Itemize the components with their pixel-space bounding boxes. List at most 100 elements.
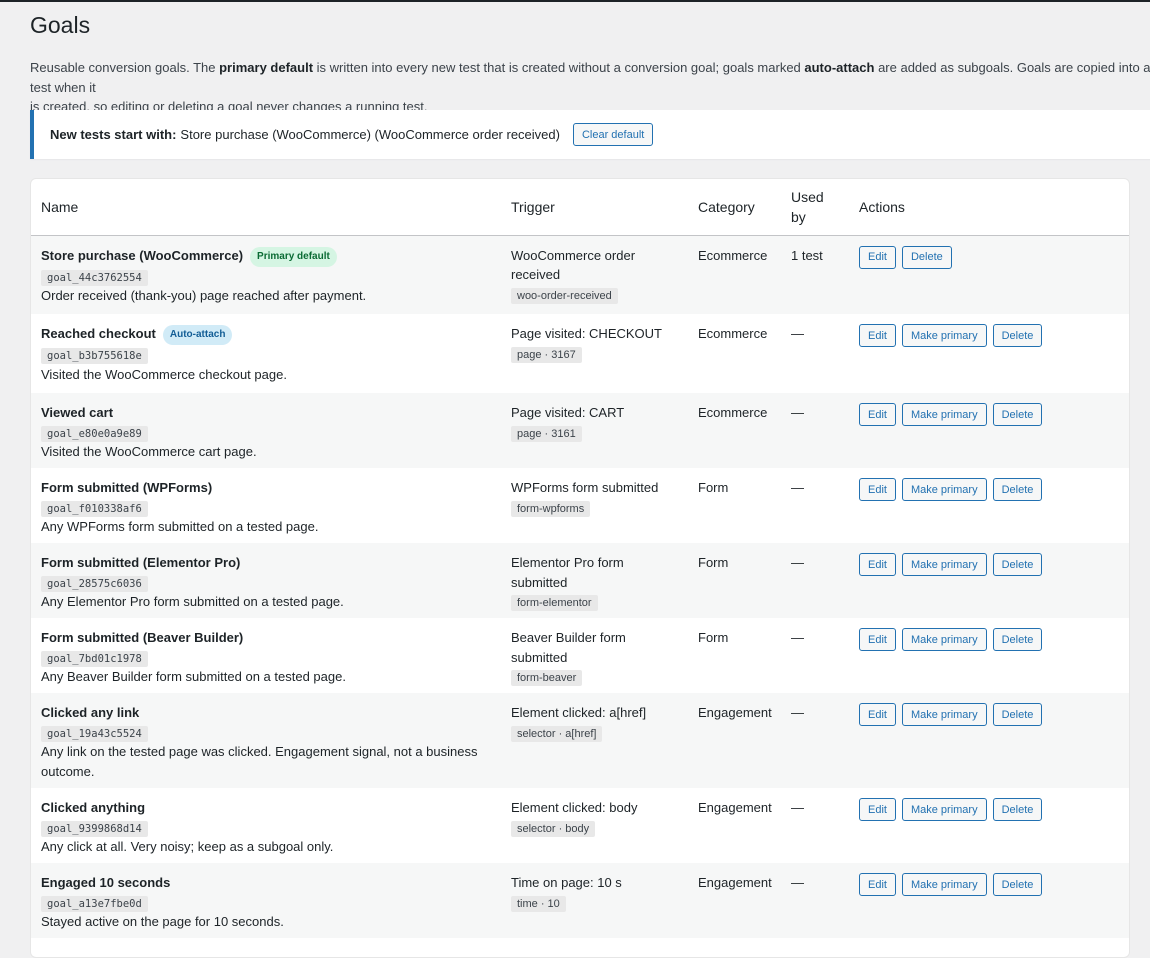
edit-button[interactable]: Edit — [859, 628, 896, 651]
trigger-text: Beaver Builder form — [511, 630, 626, 645]
category-cell: Form — [688, 468, 781, 543]
trigger-cell: Time on page: 10 s time · 10 — [501, 863, 688, 938]
edit-button[interactable]: Edit — [859, 553, 896, 576]
category-cell: Ecommerce — [688, 314, 781, 393]
goal-description: Stayed active on the page for 10 seconds… — [41, 914, 284, 929]
delete-button[interactable]: Delete — [992, 553, 1043, 576]
goal-id: goal_19a43c5524 — [41, 725, 148, 742]
default-goal-notice: New tests start with: Store purchase (Wo… — [30, 110, 1150, 159]
trigger-code: page · 3167 — [511, 346, 582, 363]
make-primary-button[interactable]: Make primary — [901, 324, 987, 347]
edit-button[interactable]: Edit — [859, 478, 896, 501]
trigger-text-cont: submitted — [511, 574, 568, 590]
goal-description-cont: outcome. — [41, 763, 95, 779]
trigger-text-cont: submitted — [511, 649, 568, 665]
notice-label: New tests start with: — [50, 127, 177, 142]
name-cell: Reached checkout Auto-attach goal_b3b7556… — [31, 314, 501, 393]
goal-name: Viewed cart — [41, 405, 114, 420]
name-cell: Clicked anything goal_9399868d14 Any cli… — [31, 788, 501, 863]
name-cell: Form submitted (Elementor Pro) goal_2857… — [31, 543, 501, 618]
table-row: Engaged 10 seconds goal_a13e7fbe0d Staye… — [31, 863, 1129, 938]
row-actions: Edit Make primary Delete — [859, 873, 1121, 896]
delete-button[interactable]: Delete — [901, 245, 952, 269]
trigger-cell: Elementor Pro form submitted form-element… — [501, 543, 688, 618]
goal-description: Order received (thank-you) page reached … — [41, 288, 367, 303]
make-primary-button[interactable]: Make primary — [901, 628, 987, 651]
goal-description: Any click at all. Very noisy; keep as a … — [41, 839, 334, 854]
make-primary-button[interactable]: Make primary — [901, 403, 987, 426]
goal-id: goal_b3b755618e — [41, 348, 148, 364]
edit-button[interactable]: Edit — [859, 245, 896, 269]
column-header-actions: Actions — [849, 179, 1129, 236]
intro-text-part: Reusable conversion goals. The — [30, 60, 220, 75]
goals-table-card: Name Trigger Category Used by Actions Sto… — [30, 178, 1130, 958]
goal-id: goal_44c3762554 — [41, 269, 148, 286]
used-by-cell: — — [781, 543, 849, 618]
column-header-trigger: Trigger — [501, 179, 688, 236]
goals-table-body: Store purchase (WooCommerce) Primary defa… — [31, 235, 1129, 938]
category-cell: Form — [688, 618, 781, 693]
row-actions: Edit Make primary Delete — [859, 703, 1121, 726]
delete-button[interactable]: Delete — [992, 403, 1043, 426]
goal-name: Form submitted (Elementor Pro) — [41, 555, 241, 570]
trigger-text: Time on page: 10 s — [511, 875, 622, 890]
used-by-line-1: Used — [791, 188, 824, 205]
table-row: Form submitted (WPForms) goal_f010338af6… — [31, 468, 1129, 543]
delete-button[interactable]: Delete — [992, 703, 1043, 726]
table-row: Viewed cart goal_e80e0a9e89 Visited the … — [31, 393, 1129, 468]
row-actions: Edit Make primary Delete — [859, 798, 1121, 821]
clear-default-button[interactable]: Clear default — [572, 123, 654, 146]
name-cell: Store purchase (WooCommerce) Primary defa… — [31, 235, 501, 314]
row-actions: Edit Make primary Delete — [859, 478, 1121, 501]
used-by-cell: — — [781, 393, 849, 468]
table-row: Clicked any link goal_19a43c5524 Any lin… — [31, 693, 1129, 788]
trigger-code: woo-order-received — [511, 287, 618, 304]
name-cell: Engaged 10 seconds goal_a13e7fbe0d Staye… — [31, 863, 501, 938]
used-by-cell: — — [781, 314, 849, 393]
actions-cell: Edit Make primary Delete — [849, 863, 1129, 938]
delete-button[interactable]: Delete — [992, 628, 1043, 651]
trigger-code: page · 3161 — [511, 425, 582, 442]
delete-button[interactable]: Delete — [992, 798, 1043, 821]
edit-button[interactable]: Edit — [859, 873, 896, 896]
trigger-code: selector · body — [511, 820, 596, 837]
used-by-cell: — — [781, 863, 849, 938]
delete-button[interactable]: Delete — [992, 478, 1043, 501]
admin-bar-edge — [0, 0, 1150, 2]
make-primary-button[interactable]: Make primary — [901, 873, 987, 896]
make-primary-button[interactable]: Make primary — [901, 478, 987, 501]
edit-button[interactable]: Edit — [859, 703, 896, 726]
table-row: Form submitted (Elementor Pro) goal_2857… — [31, 543, 1129, 618]
trigger-text: WPForms form submitted — [511, 480, 659, 495]
make-primary-button[interactable]: Make primary — [901, 798, 987, 821]
edit-button[interactable]: Edit — [859, 324, 896, 347]
goal-description: Any WPForms form submitted on a tested p… — [41, 519, 319, 534]
actions-cell: Edit Make primary Delete — [849, 468, 1129, 543]
delete-button[interactable]: Delete — [992, 873, 1043, 896]
name-cell: Viewed cart goal_e80e0a9e89 Visited the … — [31, 393, 501, 468]
trigger-code: selector · a[href] — [511, 725, 603, 742]
table-row: Store purchase (WooCommerce) Primary defa… — [31, 235, 1129, 314]
page-title: Goals — [30, 12, 91, 38]
trigger-text: Element clicked: a[href] — [511, 705, 647, 720]
goal-name: Form submitted (Beaver Builder) — [41, 630, 244, 645]
goal-name: Store purchase (WooCommerce) — [41, 247, 244, 263]
trigger-text: Page visited: CHECKOUT — [511, 326, 662, 341]
trigger-cell: Page visited: CART page · 3161 — [501, 393, 688, 468]
make-primary-button[interactable]: Make primary — [901, 703, 987, 726]
goal-name: Engaged 10 seconds — [41, 875, 171, 890]
goal-id: goal_7bd01c1978 — [41, 650, 148, 667]
edit-button[interactable]: Edit — [859, 403, 896, 426]
make-primary-button[interactable]: Make primary — [901, 553, 987, 576]
trigger-text: Element clicked: body — [511, 800, 638, 815]
goal-id: goal_f010338af6 — [41, 500, 148, 517]
used-by-cell: — — [781, 693, 849, 788]
edit-button[interactable]: Edit — [859, 798, 896, 821]
trigger-text-cont: received — [511, 267, 561, 282]
trigger-text: Page visited: CART — [511, 405, 625, 420]
goal-name: Clicked any link — [41, 705, 140, 720]
used-by-cell: — — [781, 468, 849, 543]
actions-cell: Edit Make primary Delete — [849, 618, 1129, 693]
delete-button[interactable]: Delete — [992, 324, 1043, 347]
trigger-cell: Page visited: CHECKOUT page · 3167 — [501, 314, 688, 393]
